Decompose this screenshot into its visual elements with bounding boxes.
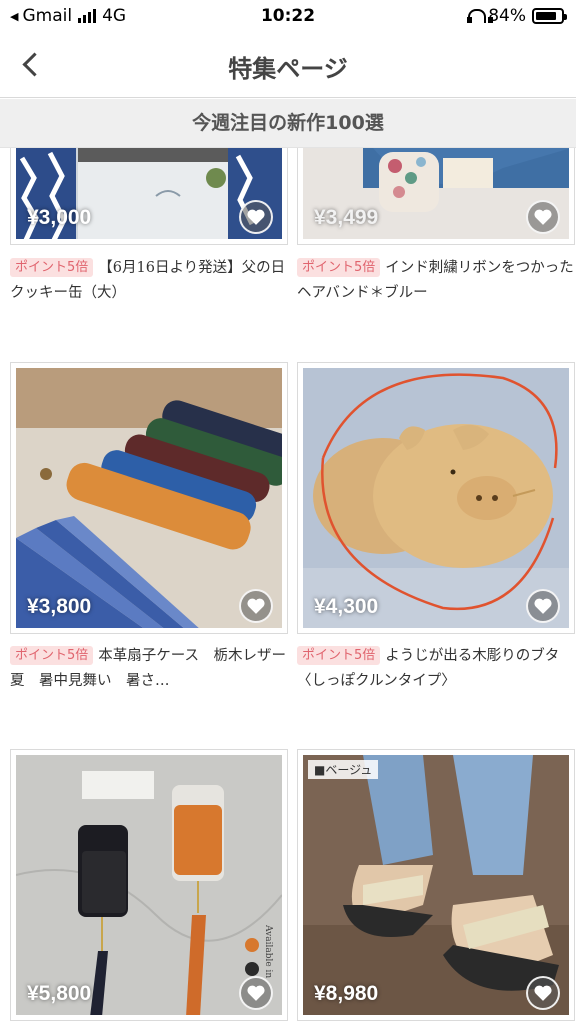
status-right: 84%: [466, 6, 567, 26]
product-price: ¥3,499: [314, 206, 379, 229]
product-price: ¥3,800: [27, 595, 92, 618]
headphones-icon: [466, 8, 494, 24]
favorite-heart-icon[interactable]: [526, 200, 560, 234]
product-card[interactable]: ¥3,800 ポイント5倍 本革扇子ケース 栃木レザー 夏 暑中見舞い 暑さ…: [10, 362, 301, 694]
points-badge: ポイント5倍: [10, 646, 94, 665]
status-bar: ◀ Gmail 4G 10:22 84%: [0, 0, 576, 32]
product-card[interactable]: ¥4,300 ポイント5倍 ようじが出る木彫りのブタ〈しっぽクルンタイプ〉: [297, 362, 575, 692]
product-description[interactable]: ポイント5倍 インド刺繍リボンをつかったヘアバンド＊ブルー: [297, 256, 575, 306]
battery-percent: 84%: [488, 6, 526, 26]
product-image-fan-case: [16, 368, 282, 628]
favorite-heart-icon[interactable]: [239, 589, 273, 623]
product-price: ¥4,300: [314, 595, 379, 618]
navigation-bar: 特集ページ: [0, 32, 576, 98]
points-badge: ポイント5倍: [297, 258, 381, 277]
product-image-sandals: [303, 755, 569, 1015]
battery-icon: [532, 8, 567, 24]
product-card[interactable]: Available in ¥5,800: [10, 749, 288, 1024]
page-title: 特集ページ: [228, 55, 348, 83]
product-card[interactable]: ¥3,000 ポイント5倍 【6月16日より発送】父の日クッキー缶（大）: [10, 148, 288, 308]
product-photo[interactable]: Available in ¥5,800: [10, 749, 288, 1021]
color-variant-tag: ■ベージュ: [308, 760, 379, 779]
product-photo[interactable]: ¥3,800: [10, 362, 288, 634]
favorite-heart-icon[interactable]: [239, 976, 273, 1010]
product-description[interactable]: ポイント5倍 【6月16日より発送】父の日クッキー缶（大）: [10, 256, 288, 306]
product-description[interactable]: ポイント5倍 ようじが出る木彫りのブタ〈しっぽクルンタイプ〉: [297, 644, 575, 694]
product-image-phone-case: Available in: [16, 755, 282, 1015]
product-image-wooden-pig: [303, 368, 569, 628]
product-price: ¥8,980: [314, 982, 379, 1005]
product-price: ¥3,000: [27, 206, 92, 229]
product-description[interactable]: ポイント5倍 本革扇子ケース 栃木レザー 夏 暑中見舞い 暑さ…: [10, 644, 301, 694]
product-photo[interactable]: ¥3,499: [297, 148, 575, 245]
favorite-heart-icon[interactable]: [239, 200, 273, 234]
points-badge: ポイント5倍: [10, 258, 94, 277]
product-photo[interactable]: ■ベージュ ¥8,980: [297, 749, 575, 1021]
favorite-heart-icon[interactable]: [526, 589, 560, 623]
section-title: 今週注目の新作100選: [192, 112, 384, 134]
section-header: 今週注目の新作100選: [0, 99, 576, 148]
favorite-heart-icon[interactable]: [526, 976, 560, 1010]
product-price: ¥5,800: [27, 982, 92, 1005]
points-badge: ポイント5倍: [297, 646, 381, 665]
svg-text:Available in: Available in: [263, 924, 273, 978]
product-photo[interactable]: ¥3,000: [10, 148, 288, 245]
product-photo[interactable]: ¥4,300: [297, 362, 575, 634]
product-card[interactable]: ¥3,499 ポイント5倍 インド刺繍リボンをつかったヘアバンド＊ブルー: [297, 148, 575, 308]
product-card[interactable]: ■ベージュ ¥8,980: [297, 749, 575, 1024]
